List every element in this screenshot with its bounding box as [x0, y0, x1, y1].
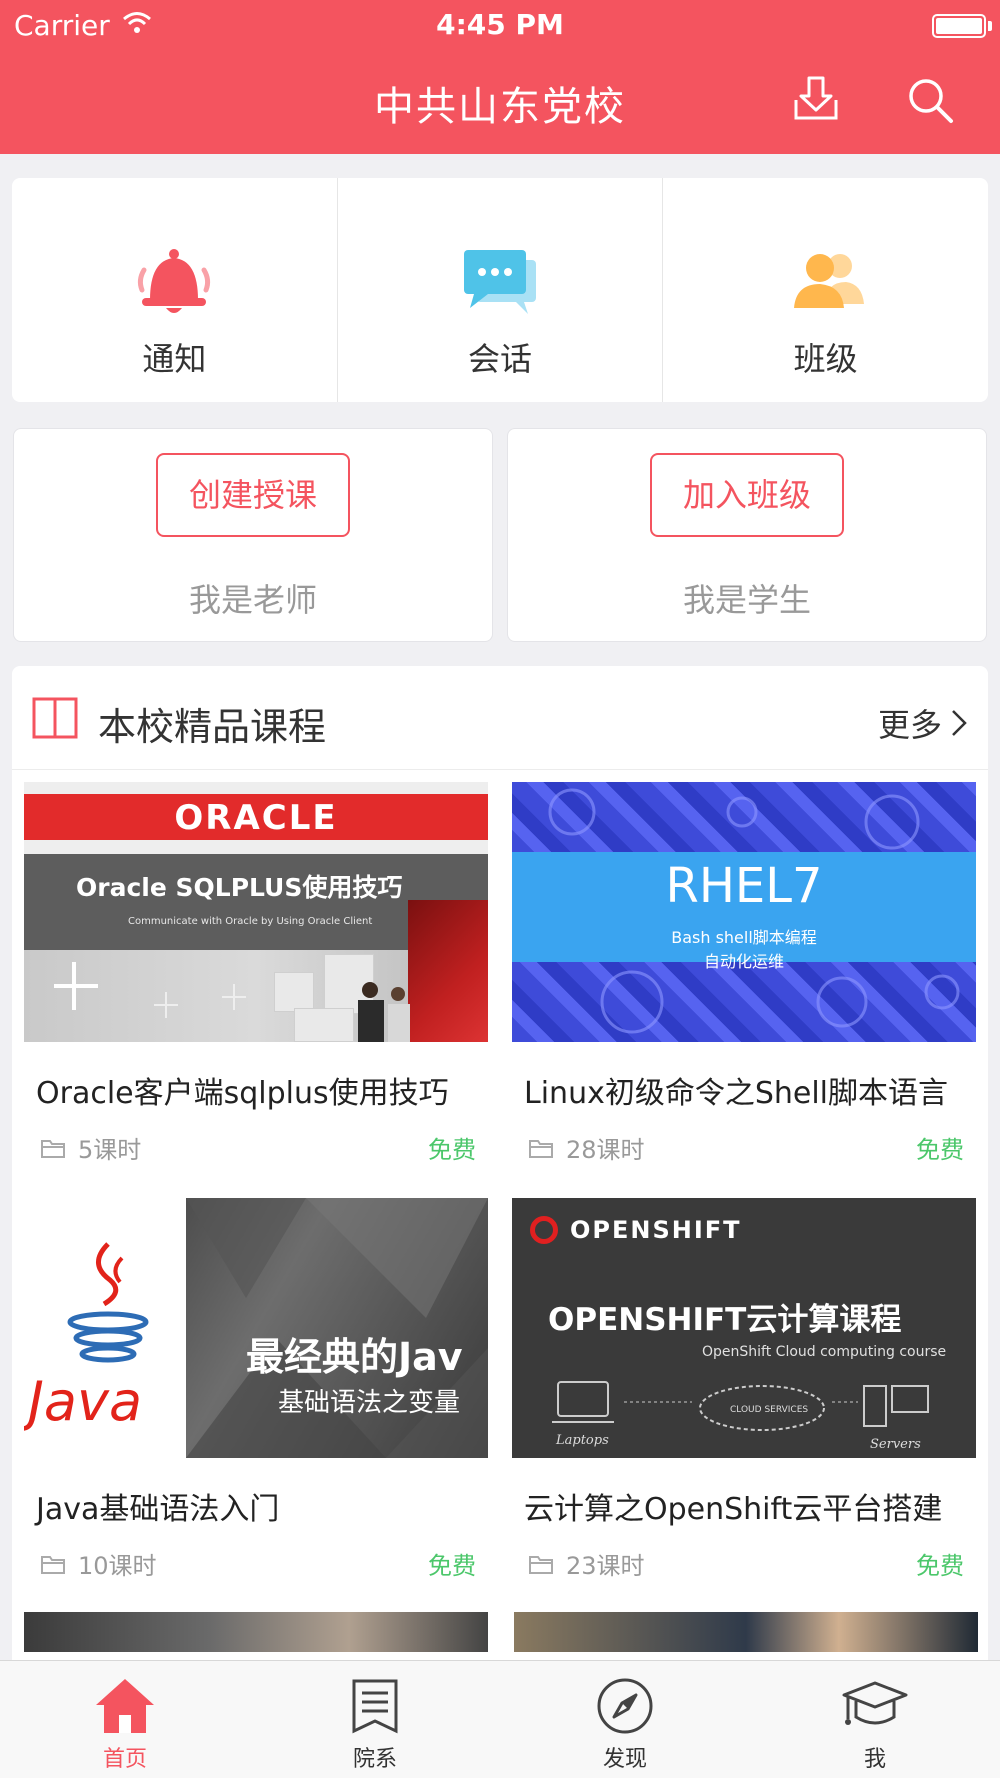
student-card: 加入班级 我是学生 [507, 428, 987, 642]
student-caption: 我是学生 [682, 581, 811, 619]
people-icon [793, 254, 864, 308]
course-thumbnail-partial[interactable] [24, 1612, 488, 1652]
graduation-cap-icon [842, 1681, 908, 1725]
cloud-label: CLOUD SERVICES [730, 1405, 808, 1415]
tab-discover-label: 发现 [602, 1747, 647, 1772]
section-title: 本校精品课程 [98, 705, 327, 749]
status-time: 4:45 PM [436, 8, 564, 41]
thumb-headline: Oracle SQLPLUS使用技巧 [76, 873, 403, 902]
class-entry[interactable]: 班级 [662, 178, 988, 402]
course-title: 云计算之OpenShift云平台搭建 [524, 1492, 943, 1527]
home-icon [96, 1679, 154, 1733]
java-logo-text: Java [28, 1370, 143, 1433]
course-thumbnail: Java 最经典的Jav 基础语法之变量 [24, 1198, 488, 1458]
book-icon [32, 697, 78, 739]
tab-home-label: 首页 [102, 1747, 147, 1772]
thumb-subtitle: Bash shell脚本编程 [671, 928, 817, 947]
course-thumbnail: OPENSHIFT OPENSHIFT云计算课程 OpenShift Cloud… [512, 1198, 976, 1458]
thumb-headline: RHEL7 [665, 858, 823, 914]
tab-discover[interactable]: 发现 [500, 1661, 750, 1778]
course-price: 免费 [916, 1136, 964, 1164]
course-price: 免费 [428, 1136, 476, 1164]
thumb-subtitle: 基础语法之变量 [278, 1388, 461, 1418]
lesson-count: 28课时 [566, 1136, 645, 1164]
openshift-logo: OPENSHIFT [530, 1216, 742, 1244]
bottom-tab-bar: 首页 院系 发现 我 [0, 1660, 1000, 1778]
lesson-count: 23课时 [566, 1552, 645, 1580]
more-link[interactable]: 更多 [878, 700, 968, 746]
tab-me-label: 我 [863, 1747, 886, 1772]
thumb-headline: 最经典的Jav [246, 1335, 463, 1379]
course-title: Java基础语法入门 [36, 1492, 280, 1527]
folder-icon [529, 1139, 553, 1158]
battery-icon [932, 14, 986, 38]
notification-label: 通知 [142, 340, 207, 378]
java-logo-icon [67, 1242, 149, 1363]
folder-icon [529, 1555, 553, 1574]
download-icon[interactable] [790, 74, 842, 126]
course-price: 免费 [428, 1552, 476, 1580]
top-header: Carrier 4:45 PM 中共山东党校 [0, 0, 1000, 154]
course-thumbnail: RHEL7 Bash shell脚本编程 自动化运维 [512, 782, 976, 1042]
quick-entries: 通知 会话 班级 [12, 178, 988, 402]
thumb-subtitle-2: 自动化运维 [703, 952, 784, 971]
course-title: Linux初级命令之Shell脚本语言 [524, 1076, 949, 1111]
thumb-headline: OPENSHIFT云计算课程 [548, 1302, 902, 1338]
more-label: 更多 [877, 706, 942, 744]
status-bar: Carrier 4:45 PM [0, 0, 1000, 52]
lesson-count: 10课时 [78, 1552, 157, 1580]
chat-entry[interactable]: 会话 [336, 178, 663, 402]
teacher-card: 创建授课 我是老师 [13, 428, 493, 642]
thumb-subtitle: Communicate with Oracle by Using Oracle … [128, 916, 373, 927]
course-card[interactable]: ORACLE Oracle SQLPLUS使用技巧 Communicate wi… [24, 782, 488, 1164]
teacher-caption: 我是老师 [188, 581, 317, 619]
folder-icon [41, 1139, 65, 1158]
course-price: 免费 [916, 1552, 964, 1580]
bell-icon [138, 249, 211, 313]
tab-home[interactable]: 首页 [0, 1661, 250, 1778]
chat-icon [464, 250, 536, 314]
notification-entry[interactable]: 通知 [12, 178, 337, 402]
join-class-button[interactable]: 加入班级 [650, 453, 844, 537]
cloud-diagram: Laptops CLOUD SERVICES Servers [552, 1381, 929, 1452]
lesson-count: 5课时 [78, 1136, 142, 1164]
list-icon [352, 1679, 398, 1734]
page-title: 中共山东党校 [374, 84, 626, 130]
openshift-logo-text: OPENSHIFT [570, 1216, 742, 1244]
course-title: Oracle客户端sqlplus使用技巧 [36, 1076, 449, 1111]
tab-departments-label: 院系 [352, 1747, 397, 1772]
thumb-subtitle: OpenShift Cloud computing course [702, 1344, 947, 1360]
class-label: 班级 [793, 340, 858, 378]
oracle-logo: ORACLE [174, 798, 338, 838]
search-icon[interactable] [904, 74, 956, 126]
course-lessons: 28课时 [528, 1130, 645, 1165]
course-lessons: 23课时 [528, 1546, 645, 1581]
course-card[interactable]: OPENSHIFT OPENSHIFT云计算课程 OpenShift Cloud… [512, 1198, 976, 1580]
course-lessons: 10课时 [40, 1546, 157, 1581]
create-course-button[interactable]: 创建授课 [156, 453, 350, 537]
course-card[interactable]: RHEL7 Bash shell脚本编程 自动化运维 Linux初级命令之She… [512, 782, 976, 1164]
chevron-right-icon [952, 710, 967, 736]
laptops-label: Laptops [555, 1433, 609, 1448]
course-thumbnail-partial[interactable] [514, 1612, 978, 1652]
servers-label: Servers [870, 1437, 921, 1452]
compass-icon [597, 1678, 653, 1734]
course-thumbnail: ORACLE Oracle SQLPLUS使用技巧 Communicate wi… [24, 782, 488, 1042]
course-lessons: 5课时 [40, 1130, 141, 1165]
battery-tip [988, 21, 992, 31]
section-header: 本校精品课程 更多 [12, 666, 988, 770]
featured-courses-section: 本校精品课程 更多 ORACLE Oracle SQLPLUS使用技巧 Comm… [12, 666, 988, 1666]
course-card[interactable]: Java 最经典的Jav 基础语法之变量 Java基础语法入门 10课时 免费 [24, 1198, 488, 1580]
chat-label: 会话 [468, 340, 533, 378]
tab-departments[interactable]: 院系 [250, 1661, 500, 1778]
folder-icon [41, 1555, 65, 1574]
tab-me[interactable]: 我 [750, 1661, 1000, 1778]
